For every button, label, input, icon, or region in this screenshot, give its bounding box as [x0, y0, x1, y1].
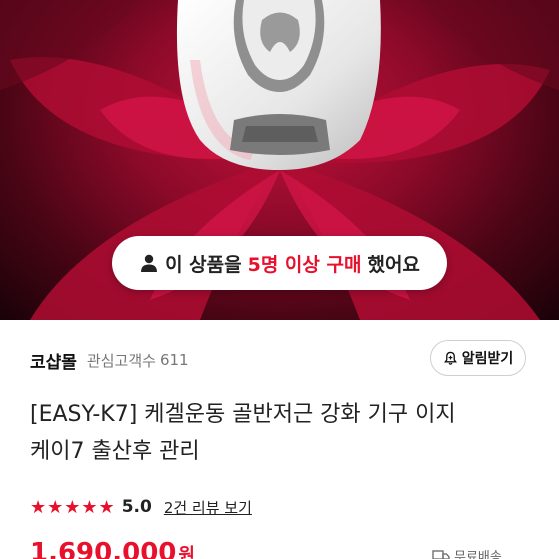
product-hero-image[interactable]: 이 상품을 5명 이상 구매 했어요	[0, 0, 559, 320]
rating-row: ★★★★★ 5.0 2건 리뷰 보기	[30, 494, 252, 520]
product-title: [EASY-K7] 케겔운동 골반저근 강화 기구 이지 케이7 출산후 관리	[30, 396, 540, 470]
notify-button[interactable]: 알림받기	[430, 340, 526, 376]
truck-icon	[432, 549, 450, 559]
price-value: 1,690,000	[30, 538, 177, 559]
notify-label: 알림받기	[461, 351, 514, 367]
purchase-badge-highlight: 5명 이상 구매	[247, 253, 362, 276]
bell-plus-icon	[443, 351, 457, 365]
product-title-line2: 케이7 출산후 관리	[30, 439, 200, 464]
reviews-link[interactable]: 2건 리뷰 보기	[164, 497, 252, 518]
shipping-info: 무료배송	[432, 546, 502, 559]
seller-row: 코샵몰 관심고객수 611 알림받기	[30, 340, 530, 380]
fans-label: 관심고객수	[86, 351, 156, 370]
purchase-count-badge: 이 상품을 5명 이상 구매 했어요	[112, 236, 447, 290]
fans-count: 611	[159, 351, 189, 369]
rating-score: 5.0	[121, 497, 152, 517]
rating-stars: ★★★★★	[30, 496, 116, 518]
purchase-badge-prefix: 이 상품을	[165, 253, 242, 276]
price: 1,690,000 원	[30, 538, 195, 559]
shipping-label: 무료배송	[454, 550, 502, 559]
person-icon	[141, 254, 158, 272]
purchase-badge-suffix: 했어요	[367, 253, 420, 276]
seller-name[interactable]: 코샵몰	[30, 348, 77, 373]
price-currency: 원	[178, 545, 195, 559]
product-title-line1: [EASY-K7] 케겔운동 골반저근 강화 기구 이지	[30, 402, 456, 427]
